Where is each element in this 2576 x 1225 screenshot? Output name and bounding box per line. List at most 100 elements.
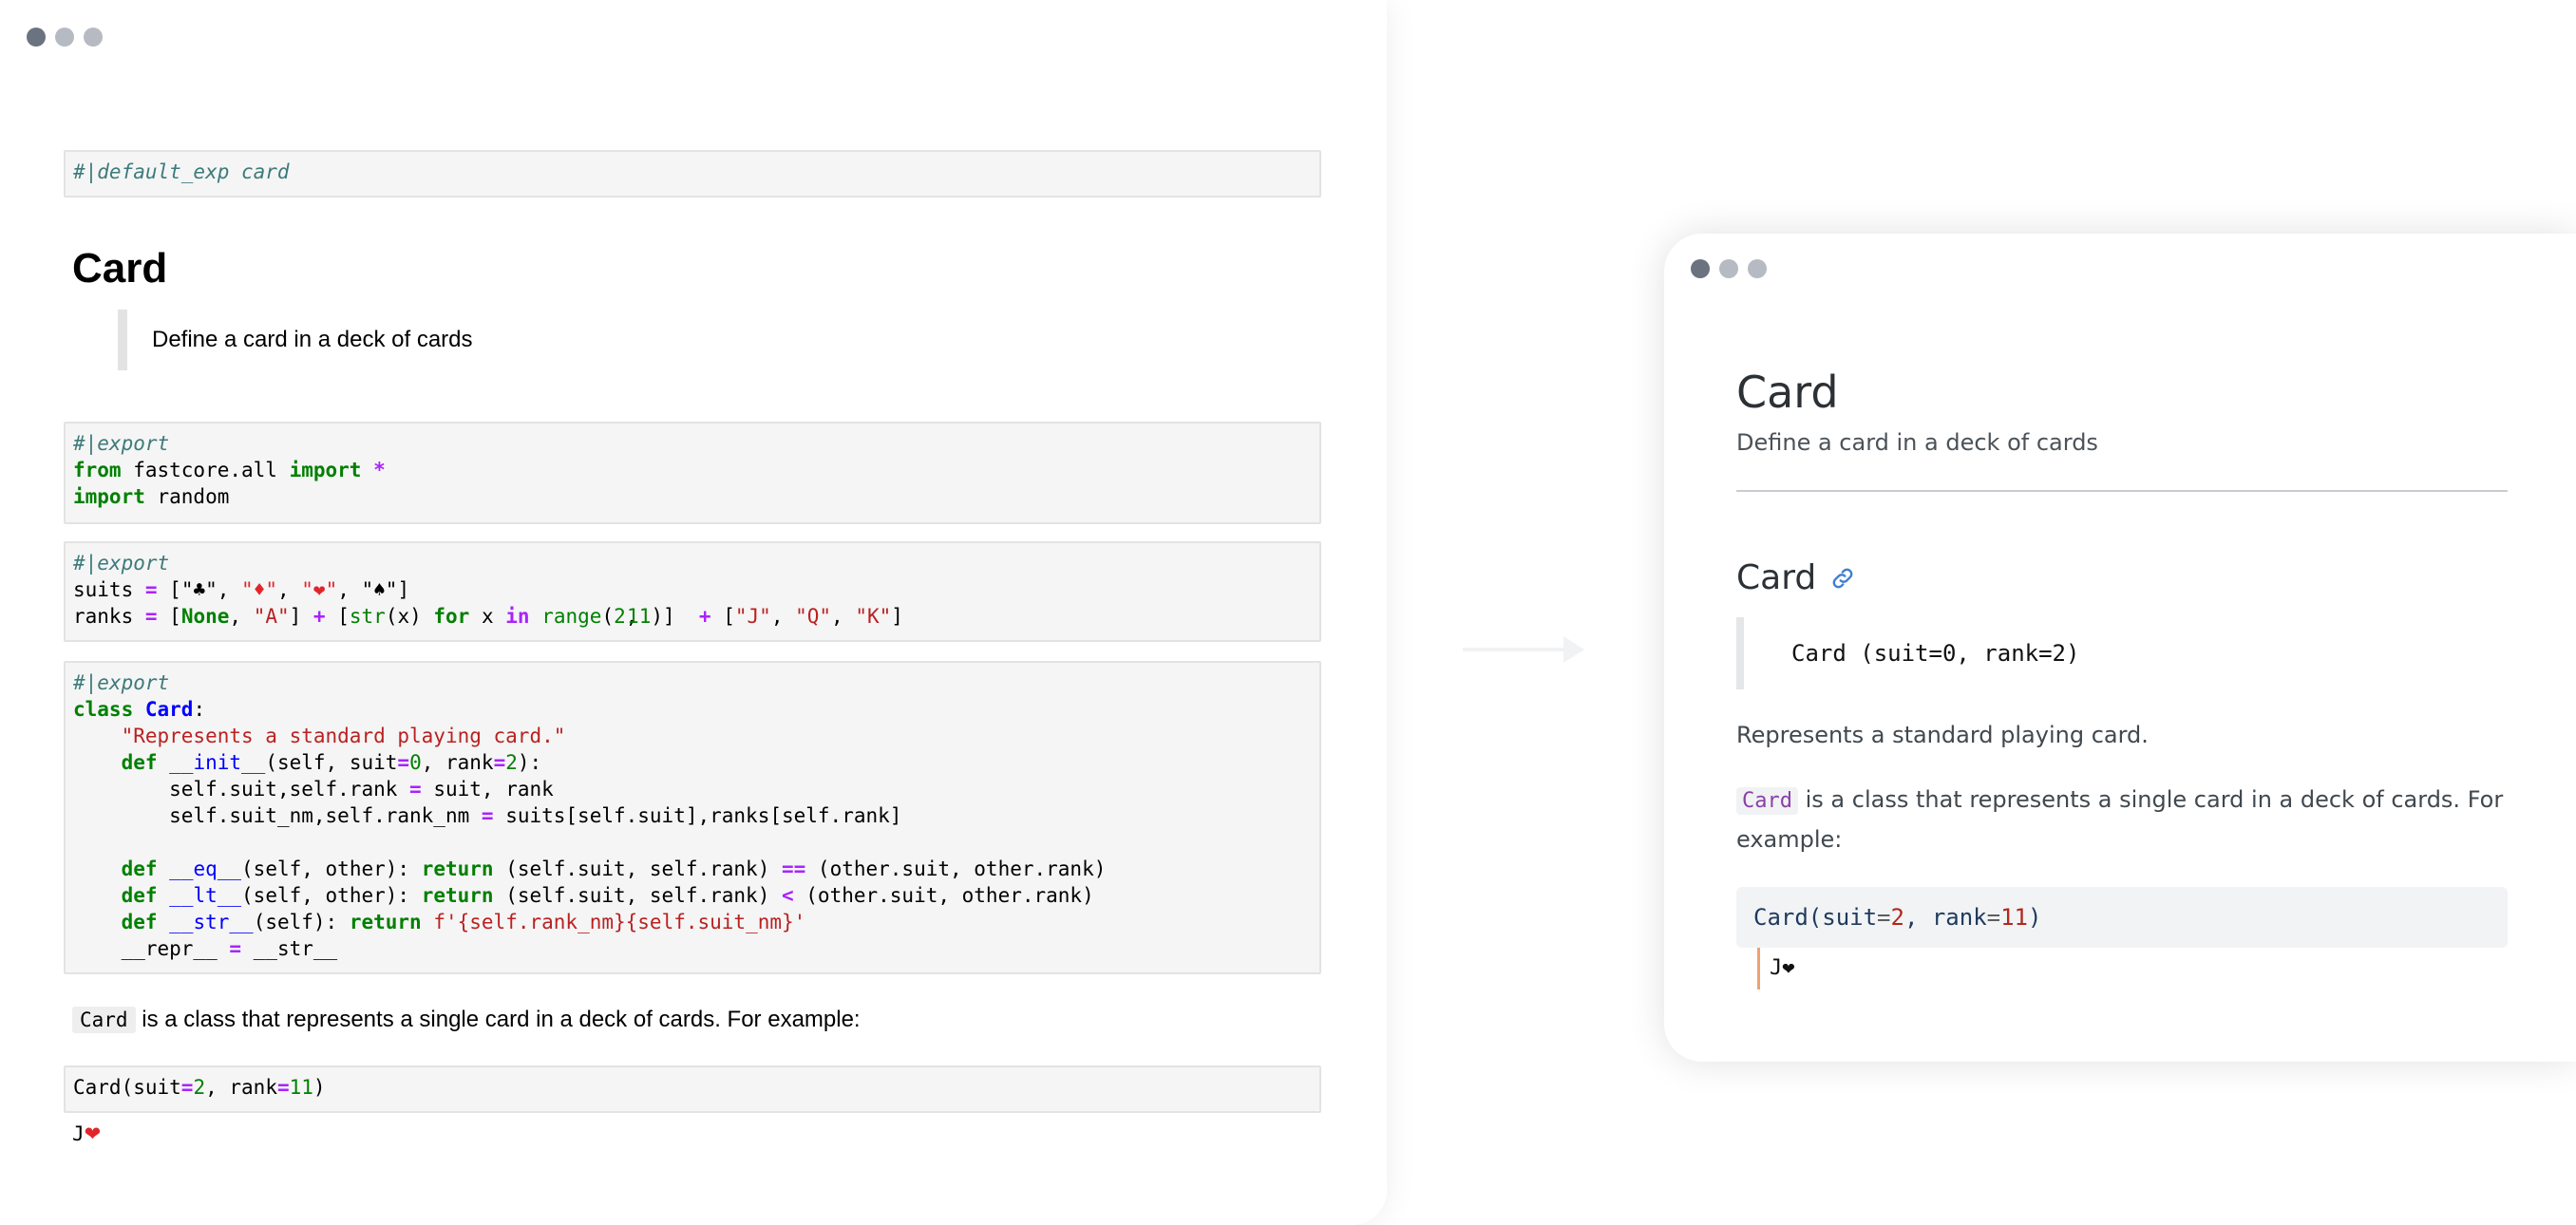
- code-text: x: [469, 605, 506, 628]
- function-name: __init__: [169, 751, 266, 774]
- string-literal: "K": [855, 605, 892, 628]
- code-cell-default-exp[interactable]: #|default_exp card: [64, 150, 1321, 198]
- code-text: suits: [73, 578, 145, 601]
- window-controls: [1691, 259, 1767, 278]
- code-cell-imports[interactable]: #|export from fastcore.all import * impo…: [64, 422, 1321, 524]
- code-text: , rank: [1904, 904, 1987, 931]
- operator: +: [313, 605, 326, 628]
- code-text: self.suit_nm,self.rank_nm: [169, 804, 482, 827]
- docs-window: Card Define a card in a deck of cards Ca…: [1664, 234, 2576, 1062]
- code-text: (self):: [253, 911, 350, 933]
- maximize-dot-icon[interactable]: [84, 28, 103, 47]
- operator: *: [373, 459, 386, 481]
- keyword: import: [289, 459, 362, 481]
- diamond-suit-string: "♦": [241, 578, 277, 601]
- code-text: (self.suit, self.rank): [493, 858, 782, 880]
- code-cell-suits-ranks[interactable]: #|export suits = ["♣", "♦", "❤", "♠"] ra…: [64, 541, 1321, 642]
- inline-code: Card: [1736, 787, 1798, 815]
- code-text: __str__: [241, 937, 338, 960]
- string-literal: "J": [734, 605, 771, 628]
- minimize-dot-icon[interactable]: [1719, 259, 1738, 278]
- code-text: ,: [770, 605, 796, 628]
- keyword: return: [349, 911, 422, 933]
- number-literal: 0: [409, 751, 422, 774]
- function-name: __str__: [169, 911, 254, 933]
- close-dot-icon[interactable]: [1691, 259, 1710, 278]
- link-icon[interactable]: [1829, 565, 1856, 592]
- cell-output: J❤: [72, 1121, 101, 1147]
- code-text: ,: [337, 578, 362, 601]
- code-text: (other.suit, other.rank): [793, 884, 1094, 907]
- spade-suit-string: "♠": [361, 578, 398, 601]
- code-text: (other.suit, other.rank): [805, 858, 1107, 880]
- divider: [1736, 490, 2508, 492]
- page-subtitle: Define a card in a deck of cards: [1736, 429, 2098, 456]
- function-name: __eq__: [169, 858, 242, 880]
- operator: =: [493, 751, 506, 774]
- code-text: ): [2028, 904, 2042, 931]
- directive-comment: #|export: [73, 552, 170, 575]
- code-block: Card(suit=2, rank=11): [1736, 887, 2508, 948]
- code-text: (self, suit: [265, 751, 398, 774]
- code-text: Card(suit: [73, 1076, 181, 1099]
- heart-icon: ❤: [84, 1122, 102, 1145]
- builtin: range: [541, 605, 602, 628]
- operator: =: [276, 1076, 290, 1099]
- number-literal: 2: [1890, 904, 1904, 931]
- directive-comment: #|default_exp card: [73, 160, 290, 183]
- code-text: (x): [385, 605, 434, 628]
- code-text: ): [313, 1076, 326, 1099]
- close-dot-icon[interactable]: [27, 28, 46, 47]
- operator: =: [1986, 904, 2001, 931]
- paragraph-text: is a class that represents a single card…: [135, 1007, 861, 1032]
- code-text: ]: [289, 605, 313, 628]
- notebook-paragraph: Card is a class that represents a single…: [72, 1003, 861, 1037]
- function-name: __lt__: [169, 884, 242, 907]
- class-name: Card: [144, 698, 194, 721]
- maximize-dot-icon[interactable]: [1748, 259, 1767, 278]
- keyword: class: [73, 698, 134, 721]
- code-cell-example[interactable]: Card(suit=2, rank=11): [64, 1065, 1321, 1113]
- number-literal: 2: [614, 605, 626, 628]
- number-literal: 2: [193, 1076, 206, 1099]
- code-text: ]: [397, 578, 410, 601]
- operator: =: [144, 605, 158, 628]
- code-text: __repr__: [121, 937, 230, 960]
- code-text: :: [193, 698, 206, 721]
- keyword: def: [121, 911, 158, 933]
- code-text: random: [144, 485, 230, 508]
- code-output: J❤: [1757, 948, 1795, 989]
- code-text: (self, other):: [241, 858, 422, 880]
- club-suit-string: "♣": [180, 578, 218, 601]
- code-text: ,: [276, 578, 302, 601]
- code-text: (self, other):: [241, 884, 422, 907]
- code-text: ]: [891, 605, 903, 628]
- operator: =: [180, 1076, 194, 1099]
- string-literal: "Q": [795, 605, 832, 628]
- keyword: def: [121, 884, 158, 907]
- code-text: [: [325, 605, 350, 628]
- operator: ==: [781, 858, 806, 880]
- code-text: (: [601, 605, 615, 628]
- code-text: , rank: [205, 1076, 277, 1099]
- paragraph-text: is a class that represents a single card…: [1736, 786, 2504, 853]
- notebook-window: #|default_exp card Card Define a card in…: [0, 0, 1387, 1225]
- code-text: [: [157, 605, 181, 628]
- code-text: ranks: [73, 605, 145, 628]
- right-arrow-icon: [1463, 636, 1584, 663]
- docstring: "Represents a standard playing card.": [121, 725, 566, 747]
- operator: =: [1877, 904, 1891, 931]
- string-literal: "♣": [181, 578, 218, 601]
- minimize-dot-icon[interactable]: [55, 28, 74, 47]
- operator: =: [409, 778, 422, 801]
- keyword: return: [421, 858, 494, 880]
- fstring-literal: f'{self.rank_nm}{self.suit_nm}': [421, 911, 806, 933]
- code-cell-card-class[interactable]: #|export class Card: "Represents a stand…: [64, 661, 1321, 974]
- directive-comment: #|export: [73, 432, 170, 455]
- code-text: , rank: [421, 751, 494, 774]
- operator: =: [481, 804, 494, 827]
- operator: +: [698, 605, 711, 628]
- operator: =: [397, 751, 410, 774]
- section-heading: Card: [1736, 558, 1856, 597]
- string-literal: "A": [253, 605, 290, 628]
